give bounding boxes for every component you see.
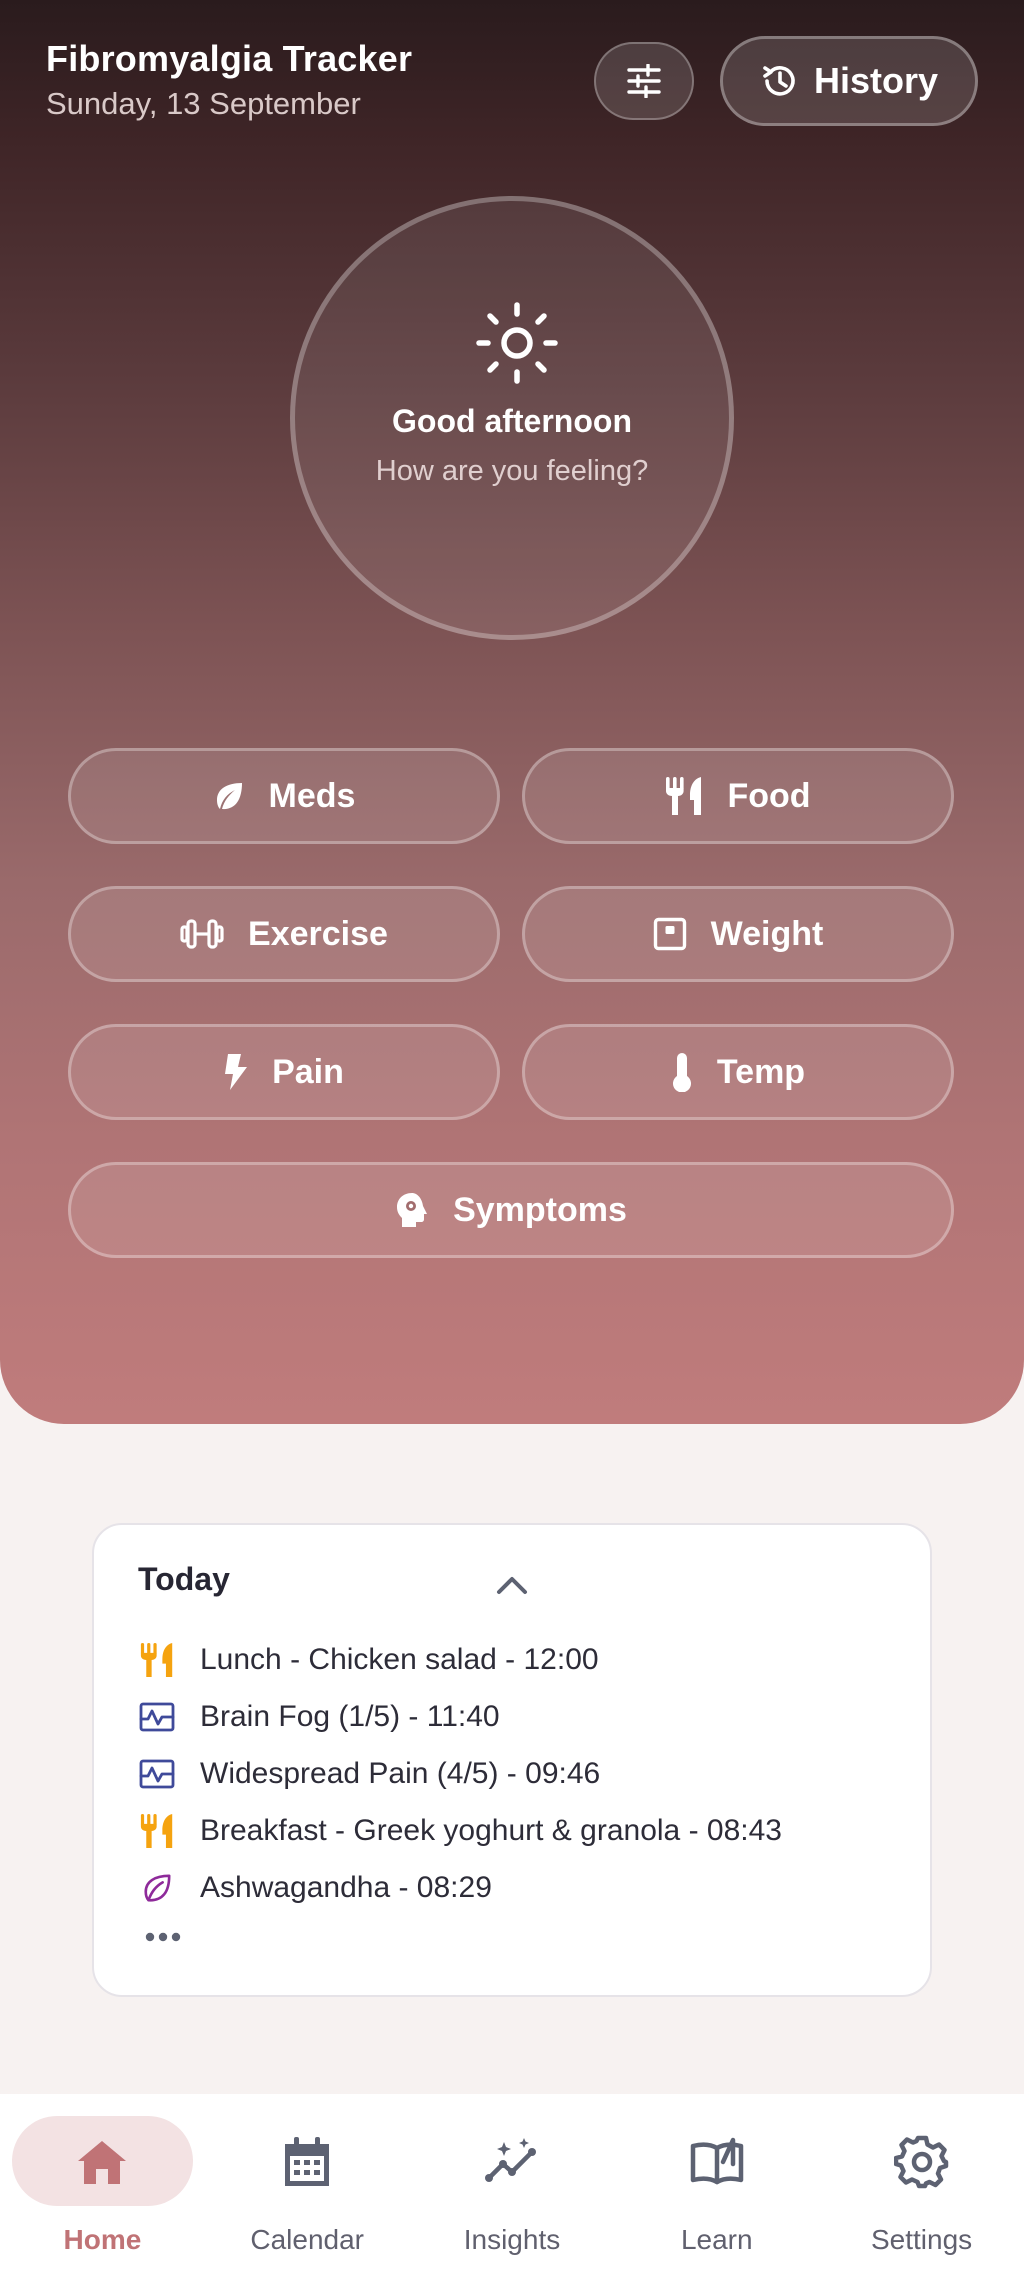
weight-button[interactable]: Weight	[522, 886, 954, 982]
book-icon	[690, 2137, 744, 2185]
nav-calendar[interactable]: Calendar	[205, 2094, 410, 2276]
calendar-icon	[285, 2137, 330, 2186]
food-label: Food	[727, 776, 811, 815]
greeting-subtitle: How are you feeling?	[375, 455, 649, 487]
symptoms-button[interactable]: Symptoms	[68, 1162, 954, 1258]
list-item-text: Ashwagandha - 08:29	[200, 1870, 492, 1904]
exercise-button[interactable]: Exercise	[68, 886, 500, 982]
scale-icon	[653, 917, 686, 951]
sun-icon	[476, 302, 558, 384]
bottom-navigation: Home Calendar Insights Learn Settings	[0, 2094, 1024, 2276]
chevron-up-icon[interactable]	[494, 1573, 530, 1597]
leaf-icon	[216, 783, 242, 810]
symptom-chart-icon	[138, 1698, 176, 1736]
bolt-icon	[225, 1054, 248, 1090]
dumbbell-icon	[180, 919, 224, 949]
list-item[interactable]: Ashwagandha - 08:29	[138, 1859, 782, 1916]
sliders-icon	[627, 64, 661, 98]
meds-label: Meds	[268, 776, 356, 815]
exercise-label: Exercise	[248, 914, 388, 953]
pain-label: Pain	[272, 1052, 344, 1091]
app-title: Fibromyalgia Tracker	[46, 38, 413, 79]
mood-check-in-button[interactable]: Good afternoon How are you feeling?	[290, 196, 734, 640]
symptom-chart-icon	[138, 1755, 176, 1793]
list-item-text: Breakfast - Greek yoghurt & granola - 08…	[200, 1813, 782, 1847]
leaf-icon	[138, 1869, 176, 1907]
nav-settings-label: Settings	[871, 2224, 973, 2255]
greeting-title: Good afternoon	[392, 403, 632, 439]
food-button[interactable]: Food	[522, 748, 954, 844]
history-label: History	[813, 60, 939, 101]
nav-learn[interactable]: Learn	[614, 2094, 819, 2276]
symptoms-label: Symptoms	[453, 1190, 627, 1229]
utensils-icon	[138, 1641, 176, 1679]
weight-label: Weight	[710, 914, 824, 953]
meds-button[interactable]: Meds	[68, 748, 500, 844]
temp-button[interactable]: Temp	[522, 1024, 954, 1120]
utensils-icon	[666, 777, 702, 815]
today-title: Today	[138, 1561, 230, 1597]
pain-button[interactable]: Pain	[68, 1024, 500, 1120]
temp-label: Temp	[716, 1052, 806, 1091]
list-item[interactable]: Lunch - Chicken salad - 12:00	[138, 1631, 782, 1688]
nav-settings[interactable]: Settings	[819, 2094, 1024, 2276]
nav-learn-label: Learn	[680, 2224, 753, 2255]
history-icon	[763, 66, 795, 96]
list-item-text: Lunch - Chicken salad - 12:00	[200, 1642, 599, 1676]
list-item[interactable]: Widespread Pain (4/5) - 09:46	[138, 1745, 782, 1802]
history-button[interactable]: History	[720, 36, 978, 126]
nav-home-label: Home	[63, 2224, 142, 2255]
list-item-text: Brain Fog (1/5) - 11:40	[200, 1699, 500, 1733]
current-date: Sunday, 13 September	[46, 86, 361, 121]
today-card: Today Lunch - Chicken salad - 12:00 Brai…	[92, 1523, 932, 1997]
list-item[interactable]: Breakfast - Greek yoghurt & granola - 08…	[138, 1802, 782, 1859]
insights-icon	[484, 2138, 536, 2182]
nav-insights-label: Insights	[463, 2224, 561, 2255]
gear-icon	[893, 2135, 948, 2189]
thermometer-icon	[672, 1053, 691, 1092]
list-item[interactable]: Brain Fog (1/5) - 11:40	[138, 1688, 782, 1745]
today-list: Lunch - Chicken salad - 12:00 Brain Fog …	[138, 1631, 782, 1916]
nav-insights[interactable]: Insights	[410, 2094, 615, 2276]
filter-button[interactable]	[594, 42, 694, 120]
more-icon[interactable]	[144, 1929, 182, 1945]
home-icon	[78, 2141, 127, 2184]
list-item-text: Widespread Pain (4/5) - 09:46	[200, 1756, 601, 1790]
utensils-icon	[138, 1812, 176, 1850]
nav-calendar-label: Calendar	[250, 2224, 365, 2255]
head-gear-icon	[397, 1193, 428, 1227]
nav-home[interactable]: Home	[0, 2094, 205, 2276]
